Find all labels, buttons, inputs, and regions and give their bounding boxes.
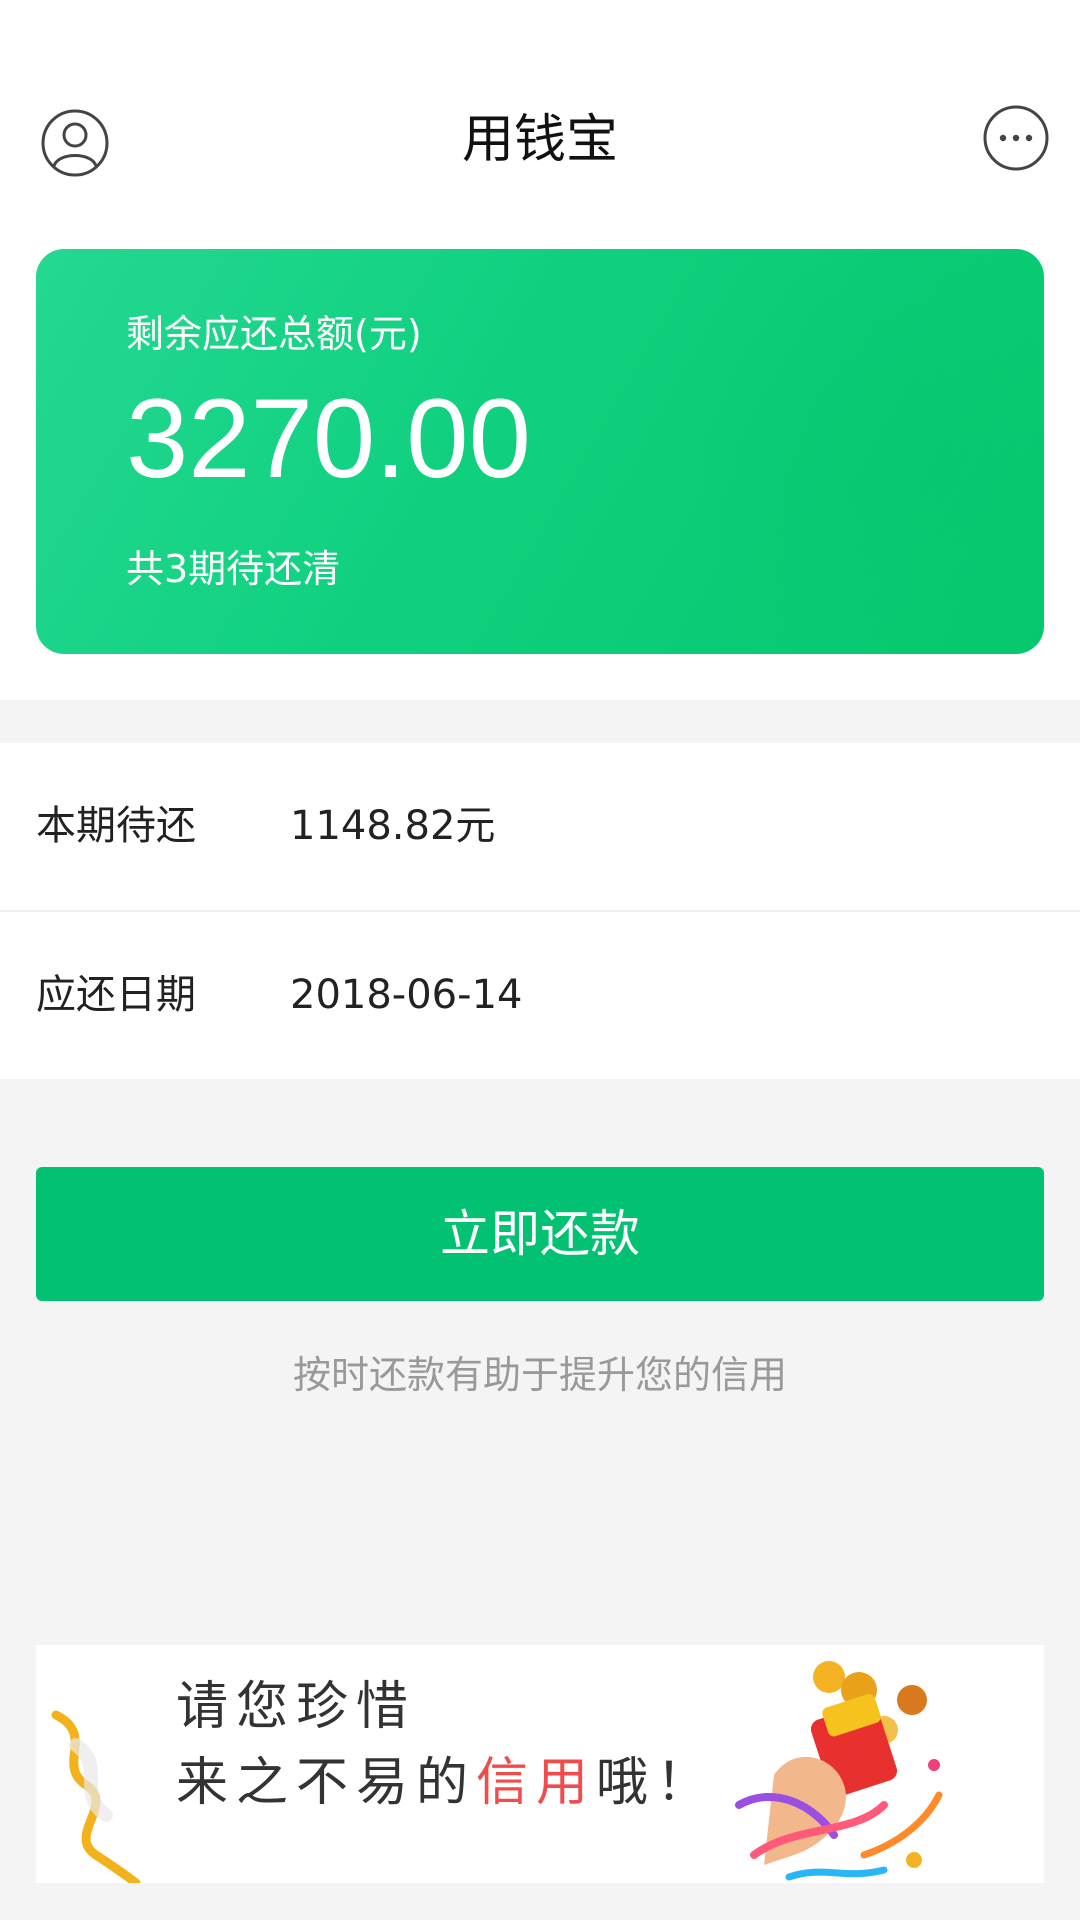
header-area: 用钱宝 剩余应还总额(元) 3270.00 共3期待还清: [0, 0, 1080, 700]
credit-hint-text: 按时还款有助于提升您的信用: [292, 1353, 787, 1397]
repayment-summary-card: 剩余应还总额(元) 3270.00 共3期待还清: [36, 249, 1044, 654]
list-item-current-due: 本期待还 1148.82元: [0, 743, 1080, 912]
card-glow: [644, 249, 1044, 654]
ribbon-decoration-icon: [51, 1710, 141, 1883]
more-dots-icon: [983, 105, 1049, 171]
red-envelope-hand-icon: [735, 1661, 943, 1881]
list-item-due-date: 应还日期 2018-06-14: [0, 912, 1080, 1079]
remaining-periods-text: 共3期待还清: [126, 547, 341, 591]
page-title: 用钱宝: [461, 110, 618, 170]
banner-credit-highlight: 信用: [476, 1753, 597, 1813]
banner-line-2-suffix: 哦！: [596, 1753, 717, 1813]
credit-reminder-banner[interactable]: 请您珍惜 来之不易的信用哦！: [36, 1645, 1044, 1883]
more-menu-button[interactable]: [982, 104, 1050, 172]
current-due-label: 本期待还: [36, 803, 196, 849]
remaining-total-label: 剩余应还总额(元): [126, 312, 422, 356]
banner-line-2: 来之不易的信用哦！: [176, 1748, 716, 1818]
due-date-label: 应还日期: [36, 972, 196, 1018]
current-due-value: 1148.82元: [290, 803, 496, 849]
repay-now-button[interactable]: 立即还款: [36, 1167, 1044, 1301]
remaining-total-amount: 3270.00: [126, 376, 531, 501]
repayment-details-list: 本期待还 1148.82元 应还日期 2018-06-14: [0, 743, 1080, 1079]
banner-line-2-prefix: 来之不易的: [176, 1753, 477, 1813]
due-date-value: 2018-06-14: [290, 972, 523, 1018]
banner-line-1: 请您珍惜: [176, 1677, 417, 1737]
